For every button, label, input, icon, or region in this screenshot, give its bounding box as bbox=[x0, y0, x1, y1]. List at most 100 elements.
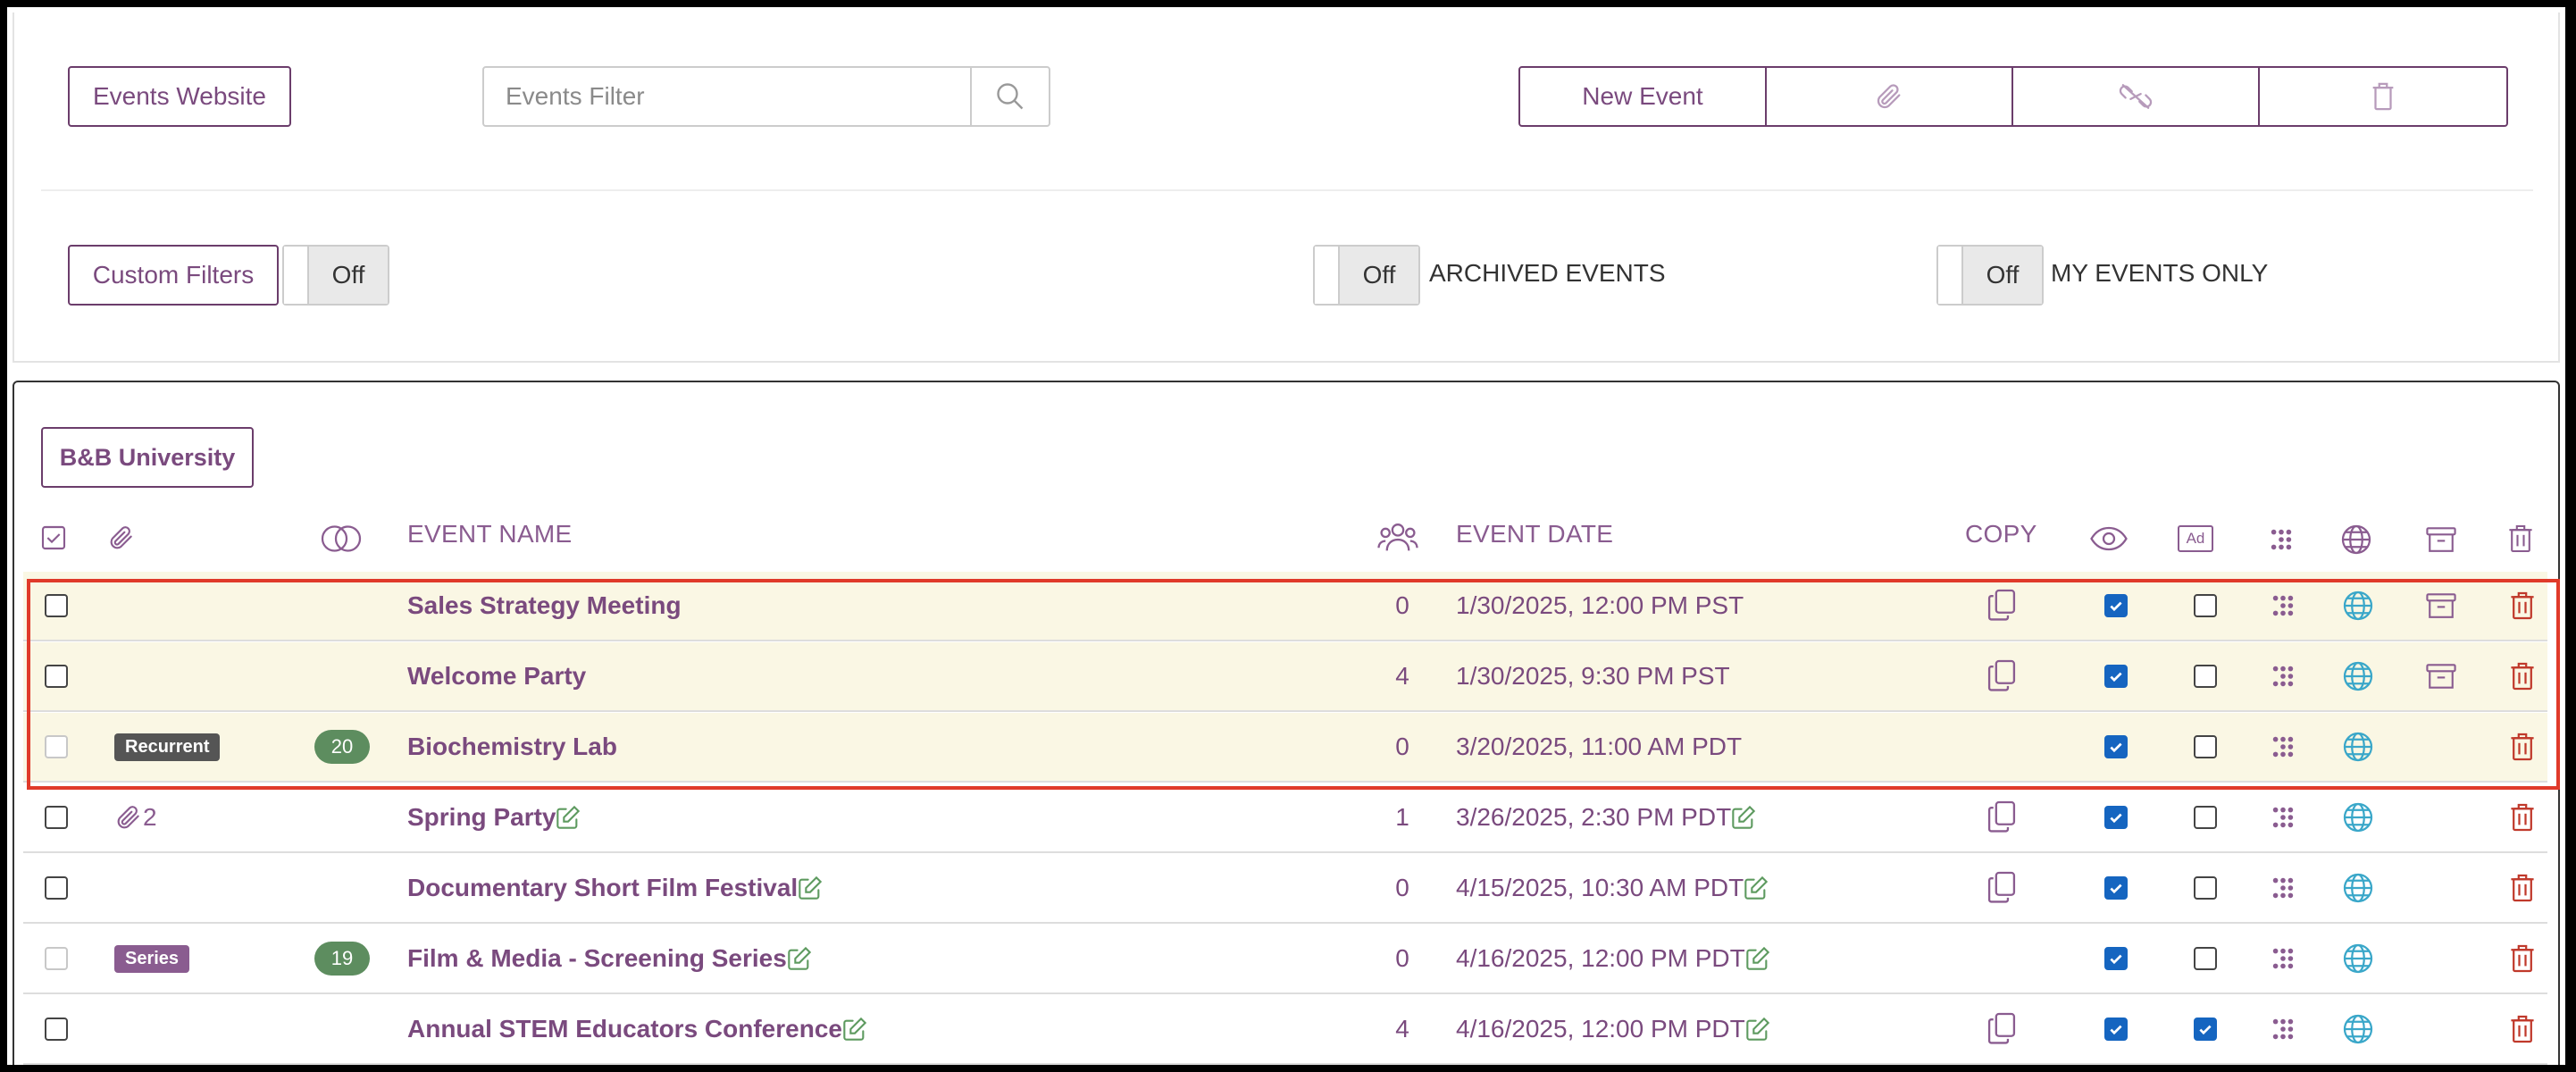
qr-code-button[interactable] bbox=[2271, 995, 2296, 1063]
ad-checkbox[interactable] bbox=[2194, 1018, 2217, 1041]
row-tag-cell: Recurrent bbox=[114, 713, 221, 781]
visibility-checkbox[interactable] bbox=[2104, 1018, 2128, 1041]
event-date-cell: 1/30/2025, 9:30 PM PST bbox=[1456, 642, 1730, 710]
event-name-link[interactable]: Film & Media - Screening Series bbox=[407, 944, 787, 973]
event-name-link[interactable]: Sales Strategy Meeting bbox=[407, 591, 682, 620]
publish-button[interactable] bbox=[2342, 783, 2374, 851]
row-select-checkbox[interactable] bbox=[45, 665, 68, 688]
search-button[interactable] bbox=[970, 68, 1049, 125]
custom-filters-toggle[interactable]: Off bbox=[282, 245, 389, 306]
group-button-bb-university[interactable]: B&B University bbox=[41, 427, 254, 488]
row-select-checkbox[interactable] bbox=[45, 1018, 68, 1041]
qr-code-button[interactable] bbox=[2271, 572, 2296, 640]
event-date: 4/16/2025, 12:00 PM PDT bbox=[1456, 944, 1745, 972]
visibility-checkbox[interactable] bbox=[2104, 876, 2128, 900]
visibility-cell bbox=[2104, 713, 2128, 781]
copy-event-button[interactable] bbox=[1986, 642, 2017, 710]
publish-button[interactable] bbox=[2342, 925, 2374, 992]
edit-icon bbox=[556, 805, 581, 829]
visibility-checkbox[interactable] bbox=[2104, 947, 2128, 970]
copy-event-button[interactable] bbox=[1986, 995, 2017, 1063]
publish-button[interactable] bbox=[2342, 713, 2374, 781]
visibility-checkbox[interactable] bbox=[2104, 735, 2128, 758]
unlink-button[interactable] bbox=[2011, 66, 2260, 127]
attendee-count[interactable]: 4 bbox=[1384, 642, 1420, 710]
my-events-only-toggle[interactable]: Off bbox=[1936, 245, 2044, 306]
row-select-checkbox bbox=[45, 735, 68, 758]
delete-event-button[interactable] bbox=[2510, 995, 2535, 1063]
attendee-count[interactable]: 0 bbox=[1384, 572, 1420, 640]
ad-checkbox[interactable] bbox=[2194, 735, 2217, 758]
globe-icon bbox=[2343, 732, 2373, 762]
row-select-checkbox[interactable] bbox=[45, 806, 68, 829]
event-name-link[interactable]: Spring Party bbox=[407, 803, 556, 832]
event-name-header[interactable]: EVENT NAME bbox=[407, 520, 573, 549]
qr-code-button[interactable] bbox=[2271, 642, 2296, 710]
ad-checkbox[interactable] bbox=[2194, 947, 2217, 970]
event-name-link[interactable]: Welcome Party bbox=[407, 662, 586, 691]
copy-event-button[interactable] bbox=[1986, 783, 2017, 851]
publish-button[interactable] bbox=[2342, 995, 2374, 1063]
copy-event-button[interactable] bbox=[1986, 572, 2017, 640]
globe-icon bbox=[2342, 801, 2374, 833]
qr-code-button[interactable] bbox=[2271, 925, 2296, 992]
publish-button[interactable] bbox=[2342, 572, 2374, 640]
row-select-checkbox[interactable] bbox=[45, 594, 68, 617]
qr-code-button[interactable] bbox=[2271, 854, 2296, 922]
row-select-cell bbox=[45, 854, 68, 922]
dots-grid-icon bbox=[2272, 736, 2294, 758]
ad-checkbox[interactable] bbox=[2194, 594, 2217, 617]
attendee-count[interactable]: 4 bbox=[1384, 995, 1420, 1063]
attendee-count[interactable]: 1 bbox=[1384, 783, 1420, 851]
copy-event-button[interactable] bbox=[1986, 854, 2017, 922]
visibility-checkbox[interactable] bbox=[2104, 806, 2128, 829]
archived-events-toggle[interactable]: Off bbox=[1313, 245, 1420, 306]
copy-icon bbox=[1986, 659, 2017, 693]
linked-events-count[interactable]: 19 bbox=[314, 942, 370, 976]
attach-button[interactable] bbox=[1765, 66, 2013, 127]
delete-event-button[interactable] bbox=[2510, 713, 2535, 781]
delete-event-button[interactable] bbox=[2510, 783, 2535, 851]
trash-icon bbox=[2511, 803, 2534, 832]
visibility-checkbox[interactable] bbox=[2104, 665, 2128, 688]
event-name-link[interactable]: Biochemistry Lab bbox=[407, 733, 617, 761]
trash-icon bbox=[2511, 874, 2534, 902]
event-type-badge: Series bbox=[114, 944, 190, 973]
globe-icon bbox=[2343, 1014, 2373, 1044]
event-date-header[interactable]: EVENT DATE bbox=[1456, 520, 1613, 549]
my-events-toggle-state: Off bbox=[1963, 247, 2042, 304]
qr-code-button[interactable] bbox=[2271, 783, 2296, 851]
event-name-link[interactable]: Documentary Short Film Festival bbox=[407, 874, 798, 902]
visibility-checkbox[interactable] bbox=[2104, 594, 2128, 617]
new-event-button[interactable]: New Event bbox=[1518, 66, 1767, 127]
custom-filters-button[interactable]: Custom Filters bbox=[68, 245, 279, 306]
publish-button[interactable] bbox=[2342, 642, 2374, 710]
delete-event-button[interactable] bbox=[2510, 642, 2535, 710]
attachment-count[interactable]: 2 bbox=[114, 803, 157, 832]
attendee-count[interactable]: 0 bbox=[1384, 925, 1420, 992]
linked-events-count[interactable]: 20 bbox=[314, 730, 370, 764]
ad-checkbox[interactable] bbox=[2194, 665, 2217, 688]
publish-button[interactable] bbox=[2342, 854, 2374, 922]
attendee-count[interactable]: 0 bbox=[1384, 713, 1420, 781]
events-filter-input[interactable] bbox=[484, 68, 970, 125]
ad-cell bbox=[2194, 995, 2217, 1063]
select-all-checkbox[interactable] bbox=[39, 523, 68, 557]
trash-icon bbox=[2511, 733, 2534, 761]
qr-code-button[interactable] bbox=[2271, 713, 2296, 781]
dots-grid-icon bbox=[2271, 1017, 2296, 1042]
publish-column-header bbox=[2340, 523, 2372, 560]
delete-event-button[interactable] bbox=[2510, 854, 2535, 922]
events-website-button[interactable]: Events Website bbox=[68, 66, 291, 127]
ad-checkbox[interactable] bbox=[2194, 876, 2217, 900]
archive-button[interactable] bbox=[2426, 572, 2456, 640]
dots-grid-icon bbox=[2272, 1018, 2294, 1040]
delete-event-button[interactable] bbox=[2510, 572, 2535, 640]
event-name-link[interactable]: Annual STEM Educators Conference bbox=[407, 1015, 842, 1043]
delete-selected-button[interactable] bbox=[2258, 66, 2508, 127]
archive-button[interactable] bbox=[2426, 642, 2456, 710]
attendee-count[interactable]: 0 bbox=[1384, 854, 1420, 922]
row-select-checkbox[interactable] bbox=[45, 876, 68, 900]
delete-event-button[interactable] bbox=[2510, 925, 2535, 992]
ad-checkbox[interactable] bbox=[2194, 806, 2217, 829]
